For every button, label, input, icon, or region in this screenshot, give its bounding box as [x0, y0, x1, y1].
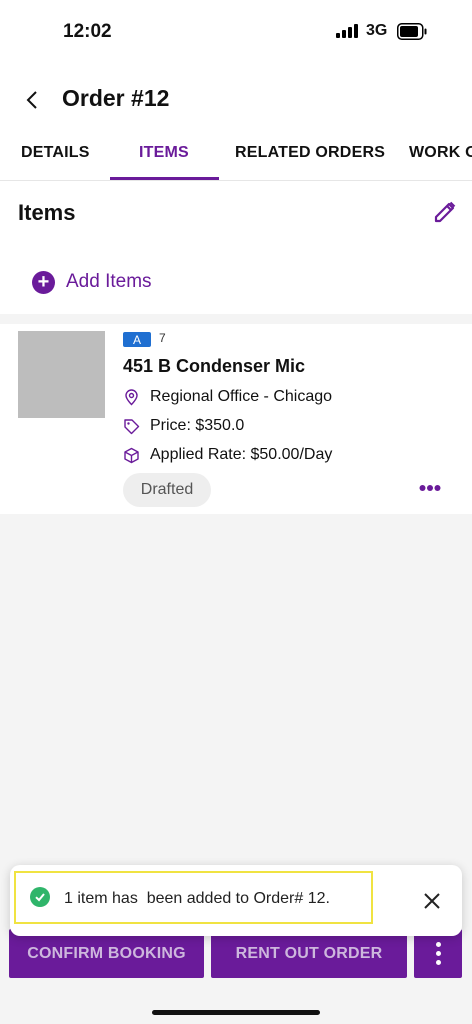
- page-title: Order #12: [62, 85, 170, 111]
- item-location: Regional Office - Chicago: [150, 388, 333, 405]
- status-bar: 12:02 3G: [0, 0, 472, 64]
- confirm-booking-button[interactable]: CONFIRM BOOKING: [9, 929, 204, 978]
- signal-icon: [336, 24, 360, 38]
- item-location-row: Regional Office - Chicago: [123, 388, 332, 406]
- item-type-badge: A: [123, 332, 151, 347]
- home-indicator: [152, 1010, 320, 1015]
- tab-items[interactable]: ITEMS: [139, 144, 189, 162]
- network-type: 3G: [366, 22, 388, 39]
- more-vertical-icon[interactable]: [414, 929, 462, 978]
- back-icon[interactable]: [18, 86, 46, 114]
- item-rate: Applied Rate: $50.00/Day: [150, 446, 333, 463]
- tab-related-orders[interactable]: RELATED ORDERS: [235, 144, 385, 162]
- check-circle-icon: [30, 887, 50, 907]
- app-header: Order #12 DETAILS ITEMS RELATED ORDERS W…: [0, 64, 472, 180]
- add-items-label: Add Items: [66, 271, 152, 292]
- bottom-action-bar: CONFIRM BOOKING RENT OUT ORDER: [0, 929, 472, 979]
- status-time: 12:02: [63, 21, 112, 42]
- tab-work-orders[interactable]: WORK O: [409, 144, 472, 162]
- box-icon: [124, 447, 139, 463]
- status-badge: Drafted: [123, 473, 211, 507]
- items-section-header: Items + Add Items: [0, 181, 472, 314]
- location-icon: [125, 388, 138, 405]
- toast-notification: 1 item has been added to Order# 12.: [10, 865, 462, 936]
- close-icon[interactable]: [422, 891, 442, 911]
- item-thumbnail: [18, 331, 105, 418]
- rent-out-order-button[interactable]: RENT OUT ORDER: [211, 929, 407, 978]
- add-items-button[interactable]: + Add Items: [32, 269, 152, 295]
- edit-icon[interactable]: [432, 199, 458, 225]
- tab-bar: DETAILS ITEMS RELATED ORDERS WORK O: [0, 142, 472, 180]
- item-quantity: 7: [159, 331, 166, 345]
- section-title: Items: [18, 200, 76, 225]
- more-horizontal-icon[interactable]: [419, 484, 441, 492]
- item-price: Price: $350.0: [150, 417, 245, 434]
- tab-details[interactable]: DETAILS: [21, 144, 90, 162]
- item-name: 451 B Condenser Mic: [123, 356, 306, 376]
- item-rate-row: Applied Rate: $50.00/Day: [123, 446, 332, 464]
- list-item[interactable]: A 7 451 B Condenser Mic Regional Office …: [0, 324, 472, 514]
- plus-icon: +: [32, 270, 55, 294]
- tag-icon: [124, 418, 140, 434]
- toast-message: 1 item has been added to Order# 12.: [64, 890, 330, 907]
- item-price-row: Price: $350.0: [123, 417, 244, 435]
- battery-icon: [397, 23, 427, 40]
